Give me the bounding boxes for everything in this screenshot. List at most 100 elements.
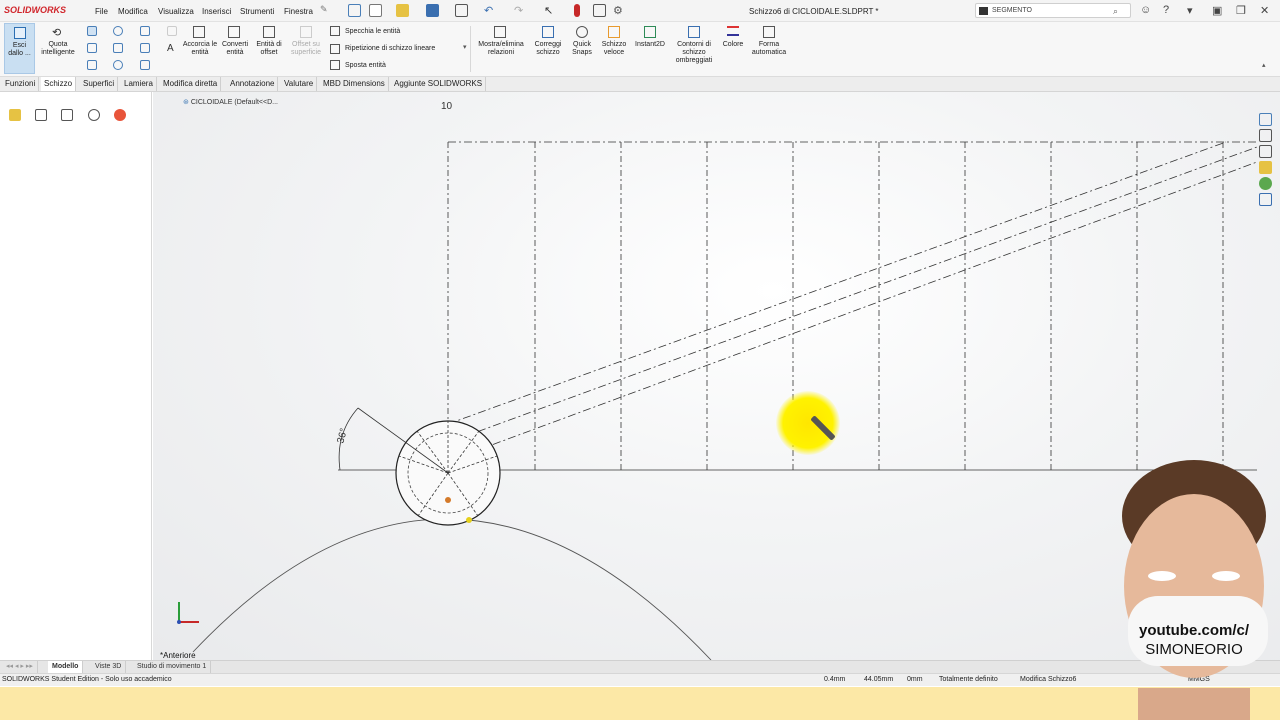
tab-modifica-diretta[interactable]: Modifica diretta [160, 77, 222, 91]
convert-entities-button[interactable]: Converti entità [218, 41, 252, 57]
offset-entities-button[interactable]: Entità di offset [252, 41, 286, 57]
tab-funzioni[interactable]: Funzioni [2, 77, 40, 91]
auto-shape-button[interactable]: Forma automatica [748, 41, 790, 57]
tab-lamiera[interactable]: Lamiera [121, 77, 157, 91]
linear-pattern-button[interactable]: Ripetizione di schizzo lineare [345, 45, 435, 53]
rectangle-icon[interactable] [87, 43, 97, 53]
select-arrow-icon[interactable]: ↖ [544, 4, 557, 17]
relations-icon [494, 26, 506, 38]
exit-sketch-label: Esci dallo ... [8, 42, 31, 57]
dimension-label-10[interactable]: 10 [441, 101, 452, 112]
dropdown-icon[interactable]: ▾ [1187, 4, 1193, 17]
command-search-icon [979, 7, 988, 15]
solidworks-logo: SOLIDWORKS [4, 5, 66, 15]
linear-pattern-dropdown-icon[interactable]: ▾ [463, 44, 467, 52]
plane-icon[interactable] [167, 26, 177, 36]
print-icon[interactable] [455, 4, 468, 17]
angle-dimension-label[interactable]: 36° [335, 427, 350, 444]
diagonal-construction-lines[interactable] [447, 141, 1258, 451]
menu-visualizza[interactable]: Visualizza [158, 7, 194, 16]
quick-snaps-button[interactable]: Quick Snaps [568, 41, 596, 57]
help-icon[interactable]: ? [1163, 4, 1169, 16]
dimxpert-icon[interactable] [88, 109, 100, 121]
nav-arrows-icon[interactable]: ◂◂ ◂ ▸ ▸▸ [2, 661, 38, 673]
tree-root-item[interactable]: ⊛ CICLOIDALE (Default<<D... [183, 98, 278, 106]
options-gear-icon[interactable]: ⚙ [613, 4, 626, 17]
undo-icon[interactable]: ↶ [484, 4, 497, 17]
close-window-icon[interactable]: ✕ [1260, 4, 1269, 17]
polygon-icon[interactable] [140, 43, 150, 53]
color-button[interactable]: Colore [718, 41, 748, 49]
trim-icon [193, 26, 205, 38]
user-icon[interactable]: ☺ [1140, 4, 1151, 16]
offset-surface-button[interactable]: Offset su superficie [288, 41, 324, 57]
menu-modifica[interactable]: Modifica [118, 7, 148, 16]
centerpoint-icon[interactable] [113, 60, 123, 70]
shaded-contours-button[interactable]: Contorni di schizzo ombreggiati [671, 41, 717, 65]
resources-icon[interactable] [1259, 129, 1272, 142]
save-icon[interactable] [426, 4, 439, 17]
exit-sketch-button[interactable]: Esci dallo ... [4, 23, 35, 74]
trim-entities-button[interactable]: Accorcia le entità [182, 41, 218, 57]
tile-window-icon[interactable]: ▣ [1212, 4, 1222, 17]
text-icon[interactable]: A [167, 43, 177, 54]
collapse-ribbon-icon[interactable]: ▴ [1262, 62, 1266, 70]
instant2d-button[interactable]: Instant2D [631, 41, 669, 49]
repair-sketch-button[interactable]: Correggi schizzo [531, 41, 565, 57]
solidworks-window: SOLIDWORKS File Modifica Visualizza Inse… [0, 0, 1280, 720]
coord-y: 44.05mm [864, 676, 894, 683]
base-arc[interactable] [192, 518, 712, 660]
convert-icon [228, 26, 240, 38]
property-manager-icon[interactable] [35, 109, 47, 121]
fillet-icon[interactable] [140, 60, 150, 70]
rebuild-icon[interactable] [574, 4, 580, 17]
home-task-pane-icon[interactable] [1259, 113, 1272, 126]
open-folder-icon[interactable] [396, 4, 409, 17]
relations-button[interactable]: Mostra/elimina relazioni [474, 41, 528, 57]
file-properties-icon[interactable] [593, 4, 606, 17]
smart-dimension-button[interactable]: Quota intelligente [37, 41, 79, 57]
menu-inserisci[interactable]: Inserisci [202, 7, 231, 16]
rapid-sketch-button[interactable]: Schizzo veloce [598, 41, 630, 57]
restore-window-icon[interactable]: ❐ [1236, 4, 1246, 17]
spline-icon[interactable] [140, 26, 150, 36]
pin-icon[interactable]: ✎ [320, 4, 333, 17]
search-value: SEGMENTO [992, 7, 1032, 14]
mirror-entities-button[interactable]: Specchia le entità [345, 28, 400, 36]
slot-icon[interactable] [113, 43, 123, 53]
appearances-icon[interactable] [1259, 177, 1272, 190]
design-library-icon[interactable] [1259, 145, 1272, 158]
color-icon [727, 26, 739, 36]
tab-valutare[interactable]: Valutare [281, 77, 318, 91]
tab-annotazione[interactable]: Annotazione [227, 77, 279, 91]
end-point[interactable] [466, 517, 472, 523]
menu-finestra[interactable]: Finestra [284, 7, 313, 16]
line-icon[interactable] [87, 26, 97, 36]
redo-icon[interactable]: ↷ [514, 4, 527, 17]
command-tabs: Funzioni Schizzo Superfici Lamiera Modif… [0, 77, 1280, 92]
feature-manager-icon[interactable] [9, 109, 21, 121]
tab-motion-study[interactable]: Studio di movimento 1 [133, 661, 212, 673]
new-document-icon[interactable] [369, 4, 382, 17]
file-explorer-icon[interactable] [1259, 161, 1272, 174]
circle-icon[interactable] [113, 26, 123, 36]
custom-properties-icon[interactable] [1259, 193, 1272, 206]
menu-strumenti[interactable]: Strumenti [240, 7, 274, 16]
display-manager-icon[interactable] [114, 109, 126, 121]
magnifier-icon[interactable]: ⌕ [1113, 6, 1118, 17]
linear-pattern-icon [330, 44, 340, 54]
tab-viste-3d[interactable]: Viste 3D [91, 661, 127, 673]
search-input[interactable]: SEGMENTO ⌕ [975, 3, 1131, 18]
move-entities-button[interactable]: Sposta entità [345, 62, 386, 70]
point-icon[interactable] [87, 60, 97, 70]
tab-schizzo[interactable]: Schizzo [41, 77, 77, 91]
center-point[interactable] [445, 497, 451, 503]
tab-modello[interactable]: Modello [48, 661, 84, 673]
tab-mbd-dimensions[interactable]: MBD Dimensions [320, 77, 389, 91]
tab-aggiunte-solidworks[interactable]: Aggiunte SOLIDWORKS [391, 77, 487, 91]
configuration-manager-icon[interactable] [61, 109, 73, 121]
menu-file[interactable]: File [95, 7, 108, 16]
exit-sketch-icon [14, 27, 26, 39]
tab-superfici[interactable]: Superfici [80, 77, 119, 91]
home-icon[interactable] [348, 4, 361, 17]
